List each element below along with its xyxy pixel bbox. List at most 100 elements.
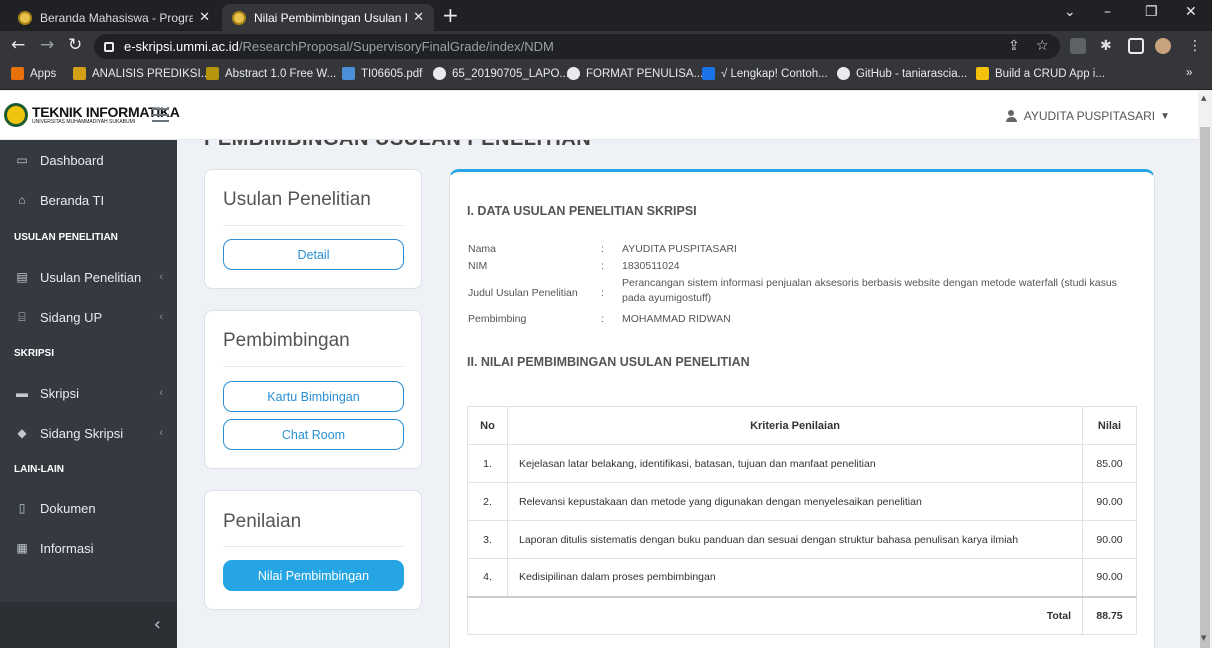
colon: : <box>601 313 604 325</box>
row-number: 1. <box>467 444 508 483</box>
user-icon <box>1005 110 1017 122</box>
bookmark-item[interactable]: √ Lengkap! Contoh... <box>702 67 828 80</box>
sidebar-item-beranda-ti[interactable]: ⌂ Beranda TI <box>0 185 177 215</box>
nim-value: 1830511024 <box>622 260 680 272</box>
bookmark-label: FORMAT PENULISA... <box>586 67 704 80</box>
divider <box>223 366 403 367</box>
bookmark-star-icon[interactable]: ☆ <box>1036 38 1049 54</box>
user-name: AYUDITA PUSPITASARI <box>1023 109 1156 123</box>
bookmark-item[interactable]: FORMAT PENULISA... <box>567 67 703 80</box>
share-icon[interactable]: ⇪ <box>1008 38 1020 54</box>
close-tab-icon[interactable]: ✕ <box>199 10 210 25</box>
bookmark-item[interactable]: TI06605.pdf <box>342 67 422 80</box>
total-score: 88.75 <box>1082 595 1137 635</box>
back-icon[interactable]: ← <box>11 37 25 54</box>
site-favicon-icon <box>18 10 32 25</box>
divider <box>223 225 403 226</box>
sidebar: ▭ Dashboard ⌂ Beranda TI USULAN PENELITI… <box>0 140 177 648</box>
chevron-left-icon: ‹ <box>159 387 163 399</box>
browser-tab-strip: Beranda Mahasiswa - Program St ✕ Nilai P… <box>0 0 1212 31</box>
detail-button[interactable]: Detail <box>223 239 404 270</box>
nilai-pembimbingan-button[interactable]: Nilai Pembimbingan <box>223 560 404 591</box>
restore-icon[interactable]: ❐ <box>1145 4 1158 20</box>
table-row: 3. Laporan ditulis sistematis dengan buk… <box>467 520 1137 559</box>
sidebar-item-sidang-up[interactable]: ⌸ Sidang UP ‹ <box>0 302 177 332</box>
sidebar-item-dashboard[interactable]: ▭ Dashboard <box>0 145 177 175</box>
scroll-up-icon[interactable]: ▲ <box>1201 94 1206 102</box>
bookmarks-overflow-icon[interactable]: » <box>1186 67 1192 79</box>
total-row: Total 88.75 <box>467 595 1137 635</box>
bookmark-item[interactable]: GitHub - taniarascia... <box>837 67 967 80</box>
pembimbingan-card: Pembimbingan Kartu Bimbingan Chat Room <box>204 310 422 469</box>
close-tab-icon[interactable]: ✕ <box>413 10 424 25</box>
penilaian-card: Penilaian Nilai Pembimbingan <box>204 490 422 610</box>
lock-icon <box>104 41 114 52</box>
home-icon: ⌂ <box>18 193 26 207</box>
url-bar[interactable]: e-skripsi.ummi.ac.id /ResearchProposal/S… <box>94 34 1060 59</box>
sidebar-item-usulan-penelitian[interactable]: ▤ Usulan Penelitian ‹ <box>0 262 177 292</box>
hamburger-menu-icon[interactable] <box>152 108 169 122</box>
sidebar-item-informasi[interactable]: ▦ Informasi <box>0 533 177 563</box>
sidebar-item-skripsi[interactable]: ▬ Skripsi ‹ <box>0 378 177 408</box>
kartu-bimbingan-button[interactable]: Kartu Bimbingan <box>223 381 404 412</box>
app-header: TEKNIK INFORMATIKA UNIVERSITAS MUHAMMADI… <box>0 91 1198 140</box>
bookmark-label: Build a CRUD App i... <box>995 67 1105 80</box>
bookmarks-bar: Apps ANALISIS PREDIKSI... Abstract 1.0 F… <box>0 62 1212 90</box>
side-panel-icon[interactable] <box>1128 38 1144 54</box>
card-title: Penilaian <box>223 511 302 532</box>
user-menu[interactable]: AYUDITA PUSPITASARI ▼ <box>1005 109 1170 123</box>
row-score: 85.00 <box>1082 444 1137 483</box>
reload-icon[interactable]: ↻ <box>68 37 82 54</box>
nama-value: AYUDITA PUSPITASARI <box>622 243 737 255</box>
puzzle-icon[interactable]: ✱ <box>1100 38 1112 54</box>
chevron-left-icon: ‹ <box>159 271 163 283</box>
bookmark-apps[interactable]: Apps <box>11 67 56 80</box>
page-scrollbar[interactable]: ▲ ▼ <box>1198 91 1212 648</box>
scroll-down-icon[interactable]: ▼ <box>1201 634 1206 642</box>
new-tab-icon[interactable]: + <box>442 5 459 25</box>
row-number: 3. <box>467 520 508 559</box>
profile-avatar-icon[interactable] <box>1155 38 1171 54</box>
address-toolbar: ← → ↻ e-skripsi.ummi.ac.id /ResearchProp… <box>0 31 1212 62</box>
nim-label: NIM <box>468 260 488 272</box>
menu-kebab-icon[interactable]: ⋮ <box>1188 38 1202 54</box>
sidebar-item-label: Informasi <box>40 540 94 556</box>
tab-search-icon[interactable]: ⌄ <box>1064 4 1076 20</box>
document-icon: ▯ <box>18 501 26 515</box>
sidebar-item-dokumen[interactable]: ▯ Dokumen <box>0 493 177 523</box>
bookmark-label: Abstract 1.0 Free W... <box>225 67 337 80</box>
sidebar-item-label: Dokumen <box>40 500 96 516</box>
bookmark-label: Apps <box>30 67 57 80</box>
browser-tab[interactable]: Beranda Mahasiswa - Program St ✕ <box>8 4 220 31</box>
total-label: Total <box>467 595 1083 635</box>
row-number: 2. <box>467 482 508 521</box>
bookmark-label: GitHub - taniarascia... <box>856 67 968 80</box>
forward-icon[interactable]: → <box>40 37 54 54</box>
usulan-penelitian-card: Usulan Penelitian Detail <box>204 169 422 289</box>
table-row: 4. Kedisipilinan dalam proses pembimbing… <box>467 558 1137 597</box>
colon: : <box>601 287 604 299</box>
sidebar-item-label: Beranda TI <box>40 192 105 208</box>
bookmark-item[interactable]: 65_20190705_LAPO... <box>433 67 569 80</box>
section-title: I. DATA USULAN PENELITIAN SKRIPSI <box>467 204 697 218</box>
sidebar-collapse-button[interactable]: ‹ <box>0 602 177 648</box>
pdf-file-icon <box>342 67 355 80</box>
bookmark-item[interactable]: ANALISIS PREDIKSI... <box>73 67 210 80</box>
close-window-icon[interactable]: ✕ <box>1185 4 1197 20</box>
bookmark-item[interactable]: Abstract 1.0 Free W... <box>206 67 336 80</box>
chat-room-button[interactable]: Chat Room <box>223 419 404 450</box>
site-favicon-icon <box>232 10 246 25</box>
sidebar-section-header: LAIN-LAIN <box>14 464 64 475</box>
university-seal-icon <box>4 103 28 127</box>
minimize-icon[interactable]: – <box>1104 4 1111 20</box>
row-criteria: Laporan ditulis sistematis dengan buku p… <box>507 520 1083 559</box>
scrollbar-thumb[interactable] <box>1200 127 1210 648</box>
sidebar-item-sidang-skripsi[interactable]: ◆ Sidang Skripsi ‹ <box>0 418 177 448</box>
bookmark-item[interactable]: Build a CRUD App i... <box>976 67 1105 80</box>
browser-tab-active[interactable]: Nilai Pembimbingan Usulan Pene ✕ <box>222 4 434 31</box>
github-icon <box>837 67 850 80</box>
extension-icon[interactable] <box>1070 38 1086 54</box>
sidebar-item-label: Sidang Skripsi <box>40 425 124 441</box>
row-score: 90.00 <box>1082 520 1137 559</box>
judul-value: Perancangan sistem informasi penjualan a… <box>622 277 1117 304</box>
